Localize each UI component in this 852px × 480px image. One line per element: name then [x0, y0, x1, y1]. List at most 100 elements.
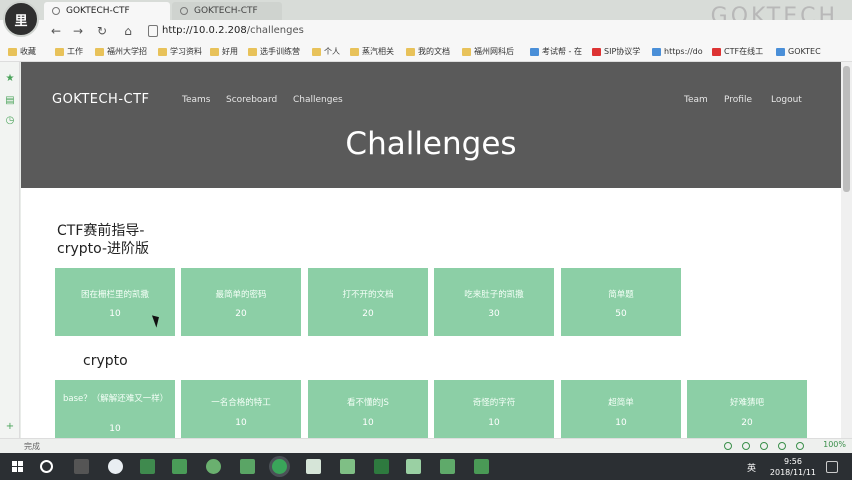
- bookmark-item[interactable]: CTF在线工: [712, 45, 763, 59]
- challenge-card[interactable]: 好难猜吧 20: [687, 380, 807, 438]
- bookmark-item[interactable]: 好用: [210, 45, 238, 59]
- back-icon[interactable]: ←: [48, 23, 64, 39]
- app-icon[interactable]: [340, 459, 355, 474]
- app-icon[interactable]: [206, 459, 221, 474]
- bookmark-item[interactable]: 蒸汽相关: [350, 45, 394, 59]
- download-icon[interactable]: [742, 442, 750, 450]
- category-title: CTF赛前指导-crypto-进阶版: [57, 223, 149, 257]
- folder-icon: [158, 48, 167, 56]
- folder-icon: [248, 48, 257, 56]
- ime-indicator[interactable]: 英: [747, 461, 756, 474]
- browser-titlebar: 里 GOKTECH-CTF GOKTECH-CTF GOKTECH: [0, 0, 852, 37]
- bookmark-item[interactable]: 个人: [312, 45, 340, 59]
- nav-link-logout[interactable]: Logout: [771, 95, 802, 105]
- bookmark-item[interactable]: 选手训练营: [248, 45, 300, 59]
- page-info-icon[interactable]: [148, 25, 158, 37]
- folder-icon: [312, 48, 321, 56]
- home-icon[interactable]: ⌂: [120, 23, 136, 39]
- nav-link-teams[interactable]: Teams: [182, 95, 210, 105]
- browser-icon[interactable]: [272, 459, 287, 474]
- challenge-card[interactable]: 最简单的密码 20: [181, 268, 301, 336]
- star-icon: [8, 48, 17, 56]
- app-icon[interactable]: [374, 459, 389, 474]
- challenge-card[interactable]: 打不开的文档 20: [308, 268, 428, 336]
- scrollbar-thumb[interactable]: [843, 66, 850, 192]
- user-avatar[interactable]: 里: [3, 1, 39, 37]
- app-icon[interactable]: [406, 459, 421, 474]
- bookmark-item[interactable]: 收藏: [8, 45, 36, 59]
- challenge-points: 50: [615, 309, 627, 319]
- challenge-name: 打不开的文档: [342, 290, 394, 300]
- vertical-scrollbar[interactable]: [841, 62, 852, 438]
- notification-icon[interactable]: [826, 461, 838, 473]
- bookmark-item[interactable]: 福州网科后: [462, 45, 514, 59]
- folder-icon: [350, 48, 359, 56]
- zoom-level[interactable]: 100%: [823, 440, 846, 449]
- bookmark-item[interactable]: 考试帮 - 在: [530, 45, 582, 59]
- challenge-card[interactable]: 奇怪的字符 10: [434, 380, 554, 438]
- shield-icon[interactable]: [724, 442, 732, 450]
- bookmark-label: 选手训练营: [260, 47, 300, 56]
- bookmark-item[interactable]: https://do: [652, 45, 703, 59]
- windows-start-icon[interactable]: [12, 461, 24, 473]
- app-icon[interactable]: [140, 459, 155, 474]
- mute-icon[interactable]: [760, 442, 768, 450]
- bookmark-item[interactable]: SIP协议学: [592, 45, 640, 59]
- app-icon[interactable]: [440, 459, 455, 474]
- folder-icon: [210, 48, 219, 56]
- folder-icon: [95, 48, 104, 56]
- nav-link-scoreboard[interactable]: Scoreboard: [226, 95, 277, 105]
- forward-icon[interactable]: →: [70, 23, 86, 39]
- app-icon[interactable]: [108, 459, 123, 474]
- nav-link-team[interactable]: Team: [684, 95, 708, 105]
- tab-goktech-inactive[interactable]: GOKTECH-CTF: [172, 2, 282, 20]
- bookmark-label: 考试帮 - 在: [542, 47, 582, 56]
- cortana-icon[interactable]: [40, 460, 53, 473]
- bookmark-label: 收藏: [20, 47, 36, 56]
- challenge-card[interactable]: 看不懂的JS 10: [308, 380, 428, 438]
- star-icon[interactable]: ★: [5, 74, 15, 84]
- folder-icon: [55, 48, 64, 56]
- reload-icon[interactable]: ↻: [94, 23, 110, 39]
- nav-link-profile[interactable]: Profile: [724, 95, 752, 105]
- challenge-name: 困在栅栏里的凯撒: [80, 290, 149, 300]
- bookmarks-bar: 收藏 工作 福州大学招 学习资料 好用 选手训练营 个人 蒸汽相关 我的文档 福…: [0, 42, 852, 62]
- bookmark-item[interactable]: GOKTEC: [776, 45, 821, 59]
- challenge-card[interactable]: 一名合格的特工 10: [181, 380, 301, 438]
- challenge-points: 10: [615, 418, 627, 428]
- tab-goktech-active[interactable]: GOKTECH-CTF: [44, 2, 170, 20]
- app-icon[interactable]: [474, 459, 489, 474]
- add-icon[interactable]: +: [5, 422, 15, 432]
- list-icon[interactable]: ▤: [5, 96, 15, 106]
- app-icon[interactable]: [240, 459, 255, 474]
- app-icon[interactable]: [306, 459, 321, 474]
- site-brand[interactable]: GOKTECH-CTF: [52, 92, 150, 107]
- challenge-points: 10: [488, 418, 500, 428]
- search-icon[interactable]: [796, 442, 804, 450]
- challenge-card[interactable]: 吃来肚子的凯撒 30: [434, 268, 554, 336]
- bookmark-label: SIP协议学: [604, 47, 641, 56]
- nav-link-challenges[interactable]: Challenges: [293, 95, 343, 105]
- bookmark-label: CTF在线工: [724, 47, 764, 56]
- bookmark-item[interactable]: 工作: [55, 45, 83, 59]
- task-view-icon[interactable]: [74, 459, 89, 474]
- challenge-card[interactable]: 简单题 50: [561, 268, 681, 336]
- history-icon[interactable]: ◷: [5, 116, 15, 126]
- app-icon[interactable]: [172, 459, 187, 474]
- bookmark-item[interactable]: 学习资料: [158, 45, 202, 59]
- challenge-name: base？（解解还难又一样）: [63, 394, 169, 404]
- globe-icon: [180, 7, 188, 15]
- bookmark-label: 个人: [324, 47, 340, 56]
- page-icon: [776, 48, 785, 56]
- challenge-card[interactable]: base？（解解还难又一样） 10: [55, 380, 175, 438]
- bookmark-label: 福州大学招: [107, 47, 147, 56]
- taskbar-clock[interactable]: 9:56 2018/11/11: [770, 456, 816, 478]
- bookmark-label: https://do: [664, 47, 703, 56]
- speed-icon[interactable]: [778, 442, 786, 450]
- challenge-points: 30: [488, 309, 500, 319]
- challenge-card[interactable]: 超简单 10: [561, 380, 681, 438]
- bookmark-item[interactable]: 福州大学招: [95, 45, 147, 59]
- challenge-points: 20: [235, 309, 247, 319]
- url-field[interactable]: http://10.0.2.208/challenges: [162, 23, 304, 39]
- bookmark-item[interactable]: 我的文档: [406, 45, 450, 59]
